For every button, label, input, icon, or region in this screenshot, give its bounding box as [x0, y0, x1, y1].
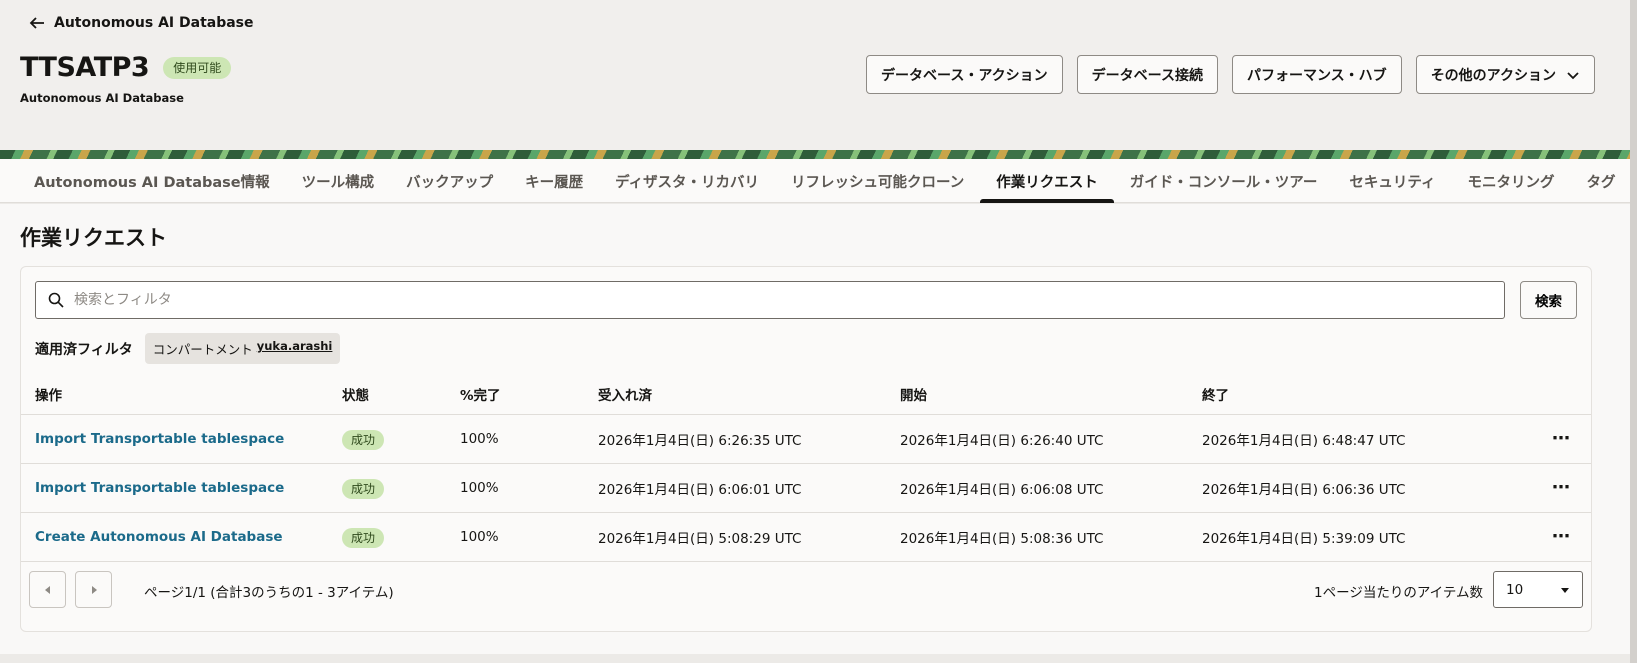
- finished-time: 2026年1月4日(日) 5:39:09 UTC: [1202, 531, 1406, 547]
- arrow-left-icon: [29, 17, 44, 29]
- applied-filters: 適用済フィルタ コンパートメント yuka.arashi: [35, 333, 341, 364]
- database-actions-button[interactable]: データベース・アクション: [866, 55, 1063, 94]
- back-link-label: Autonomous AI Database: [54, 15, 254, 31]
- tab-backup[interactable]: バックアップ: [390, 159, 509, 203]
- tab-monitoring[interactable]: モニタリング: [1452, 159, 1571, 203]
- started-time: 2026年1月4日(日) 6:26:40 UTC: [900, 433, 1104, 449]
- row-actions-kebab-icon[interactable]: ⋯: [1552, 479, 1571, 497]
- section-title: 作業リクエスト: [20, 226, 167, 250]
- finished-time: 2026年1月4日(日) 6:48:47 UTC: [1202, 433, 1406, 449]
- table-header: 操作 状態 %完了 受入れ済 開始 終了: [21, 373, 1591, 415]
- tab-refreshable-clone[interactable]: リフレッシュ可能クローン: [775, 159, 980, 203]
- tab-bar: Autonomous AI Database情報 ツール構成 バックアップ キー…: [0, 159, 1637, 203]
- more-actions-label: その他のアクション: [1430, 67, 1556, 84]
- vertical-scrollbar[interactable]: [1630, 0, 1637, 663]
- items-per-page-select[interactable]: 10: [1493, 571, 1583, 608]
- tab-work-requests[interactable]: 作業リクエスト: [980, 159, 1114, 203]
- decorative-band: [0, 150, 1637, 159]
- page-subtitle: Autonomous AI Database: [20, 91, 184, 105]
- row-actions-kebab-icon[interactable]: ⋯: [1552, 430, 1571, 448]
- column-header-percent[interactable]: %完了: [460, 384, 598, 404]
- tab-security[interactable]: セキュリティ: [1333, 159, 1451, 203]
- column-header-finished[interactable]: 終了: [1202, 384, 1532, 404]
- performance-hub-button[interactable]: パフォーマンス・ハブ: [1231, 55, 1402, 94]
- database-connection-button[interactable]: データベース接続: [1076, 55, 1218, 94]
- tab-tool-config[interactable]: ツール構成: [286, 159, 391, 203]
- tab-key-history[interactable]: キー履歴: [509, 159, 599, 203]
- accepted-time: 2026年1月4日(日) 6:26:35 UTC: [598, 433, 802, 449]
- search-box: [35, 281, 1505, 319]
- items-per-page-value: 10: [1506, 581, 1524, 598]
- chevron-down-icon: [1567, 71, 1579, 79]
- caret-down-icon: [1561, 587, 1569, 593]
- filter-chip-key: コンパートメント: [152, 342, 253, 357]
- search-input[interactable]: [74, 292, 1474, 308]
- operation-link[interactable]: Import Transportable tablespace: [35, 431, 284, 447]
- column-header-state[interactable]: 状態: [342, 384, 460, 404]
- filter-chip-compartment[interactable]: コンパートメント yuka.arashi: [144, 333, 341, 364]
- table-row: Import Transportable tablespace 成功 100% …: [21, 415, 1591, 464]
- filter-chip-value[interactable]: yuka.arashi: [257, 339, 333, 358]
- applied-filters-label: 適用済フィルタ: [35, 341, 133, 358]
- state-badge: 成功: [342, 429, 385, 450]
- page-header: Autonomous AI Database TTSATP3 使用可能 Auto…: [0, 0, 1637, 152]
- search-button[interactable]: 検索: [1520, 281, 1577, 319]
- accepted-time: 2026年1月4日(日) 5:08:29 UTC: [598, 531, 802, 547]
- work-requests-table: 操作 状態 %完了 受入れ済 開始 終了 Import Transportabl…: [21, 373, 1591, 562]
- tab-disaster-recovery[interactable]: ディザスタ・リカバリ: [599, 159, 775, 203]
- started-time: 2026年1月4日(日) 6:06:08 UTC: [900, 482, 1104, 498]
- column-header-operation[interactable]: 操作: [21, 384, 342, 404]
- previous-page-button[interactable]: [29, 571, 66, 608]
- search-icon: [48, 292, 64, 308]
- operation-link[interactable]: Import Transportable tablespace: [35, 480, 284, 496]
- status-badge: 使用可能: [163, 56, 232, 79]
- main-content: 作業リクエスト 検索 適用済フィルタ コンパートメント yuka.arashi …: [0, 204, 1637, 654]
- state-badge: 成功: [342, 478, 385, 499]
- operation-link[interactable]: Create Autonomous AI Database: [35, 529, 283, 545]
- pagination-info: ページ1/1 (合計3のうちの1 - 3アイテム): [144, 585, 394, 601]
- table-row: Import Transportable tablespace 成功 100% …: [21, 464, 1591, 513]
- tab-tags[interactable]: タグ: [1571, 159, 1632, 203]
- pagination: ページ1/1 (合計3のうちの1 - 3アイテム) 1ページ当たりのアイテム数 …: [21, 557, 1591, 629]
- more-actions-button[interactable]: その他のアクション: [1415, 55, 1595, 94]
- row-actions-kebab-icon[interactable]: ⋯: [1552, 528, 1571, 546]
- items-per-page-label: 1ページ当たりのアイテム数: [1314, 585, 1483, 601]
- back-link[interactable]: Autonomous AI Database: [28, 14, 254, 32]
- caret-left-icon: [44, 585, 50, 594]
- next-page-button[interactable]: [75, 571, 112, 608]
- started-time: 2026年1月4日(日) 5:08:36 UTC: [900, 531, 1104, 547]
- caret-right-icon: [91, 585, 97, 594]
- table-row: Create Autonomous AI Database 成功 100% 20…: [21, 513, 1591, 562]
- percent-complete: 100%: [460, 529, 499, 545]
- page-title: TTSATP3: [20, 52, 150, 83]
- state-badge: 成功: [342, 527, 385, 548]
- finished-time: 2026年1月4日(日) 6:06:36 UTC: [1202, 482, 1406, 498]
- tab-database-info[interactable]: Autonomous AI Database情報: [18, 159, 286, 203]
- column-header-accepted[interactable]: 受入れ済: [598, 384, 900, 404]
- tab-guided-console-tour[interactable]: ガイド・コンソール・ツアー: [1114, 159, 1334, 203]
- percent-complete: 100%: [460, 431, 499, 447]
- column-header-started[interactable]: 開始: [900, 384, 1202, 404]
- accepted-time: 2026年1月4日(日) 6:06:01 UTC: [598, 482, 802, 498]
- work-requests-panel: 検索 適用済フィルタ コンパートメント yuka.arashi 操作 状態 %完…: [20, 266, 1592, 632]
- percent-complete: 100%: [460, 480, 499, 496]
